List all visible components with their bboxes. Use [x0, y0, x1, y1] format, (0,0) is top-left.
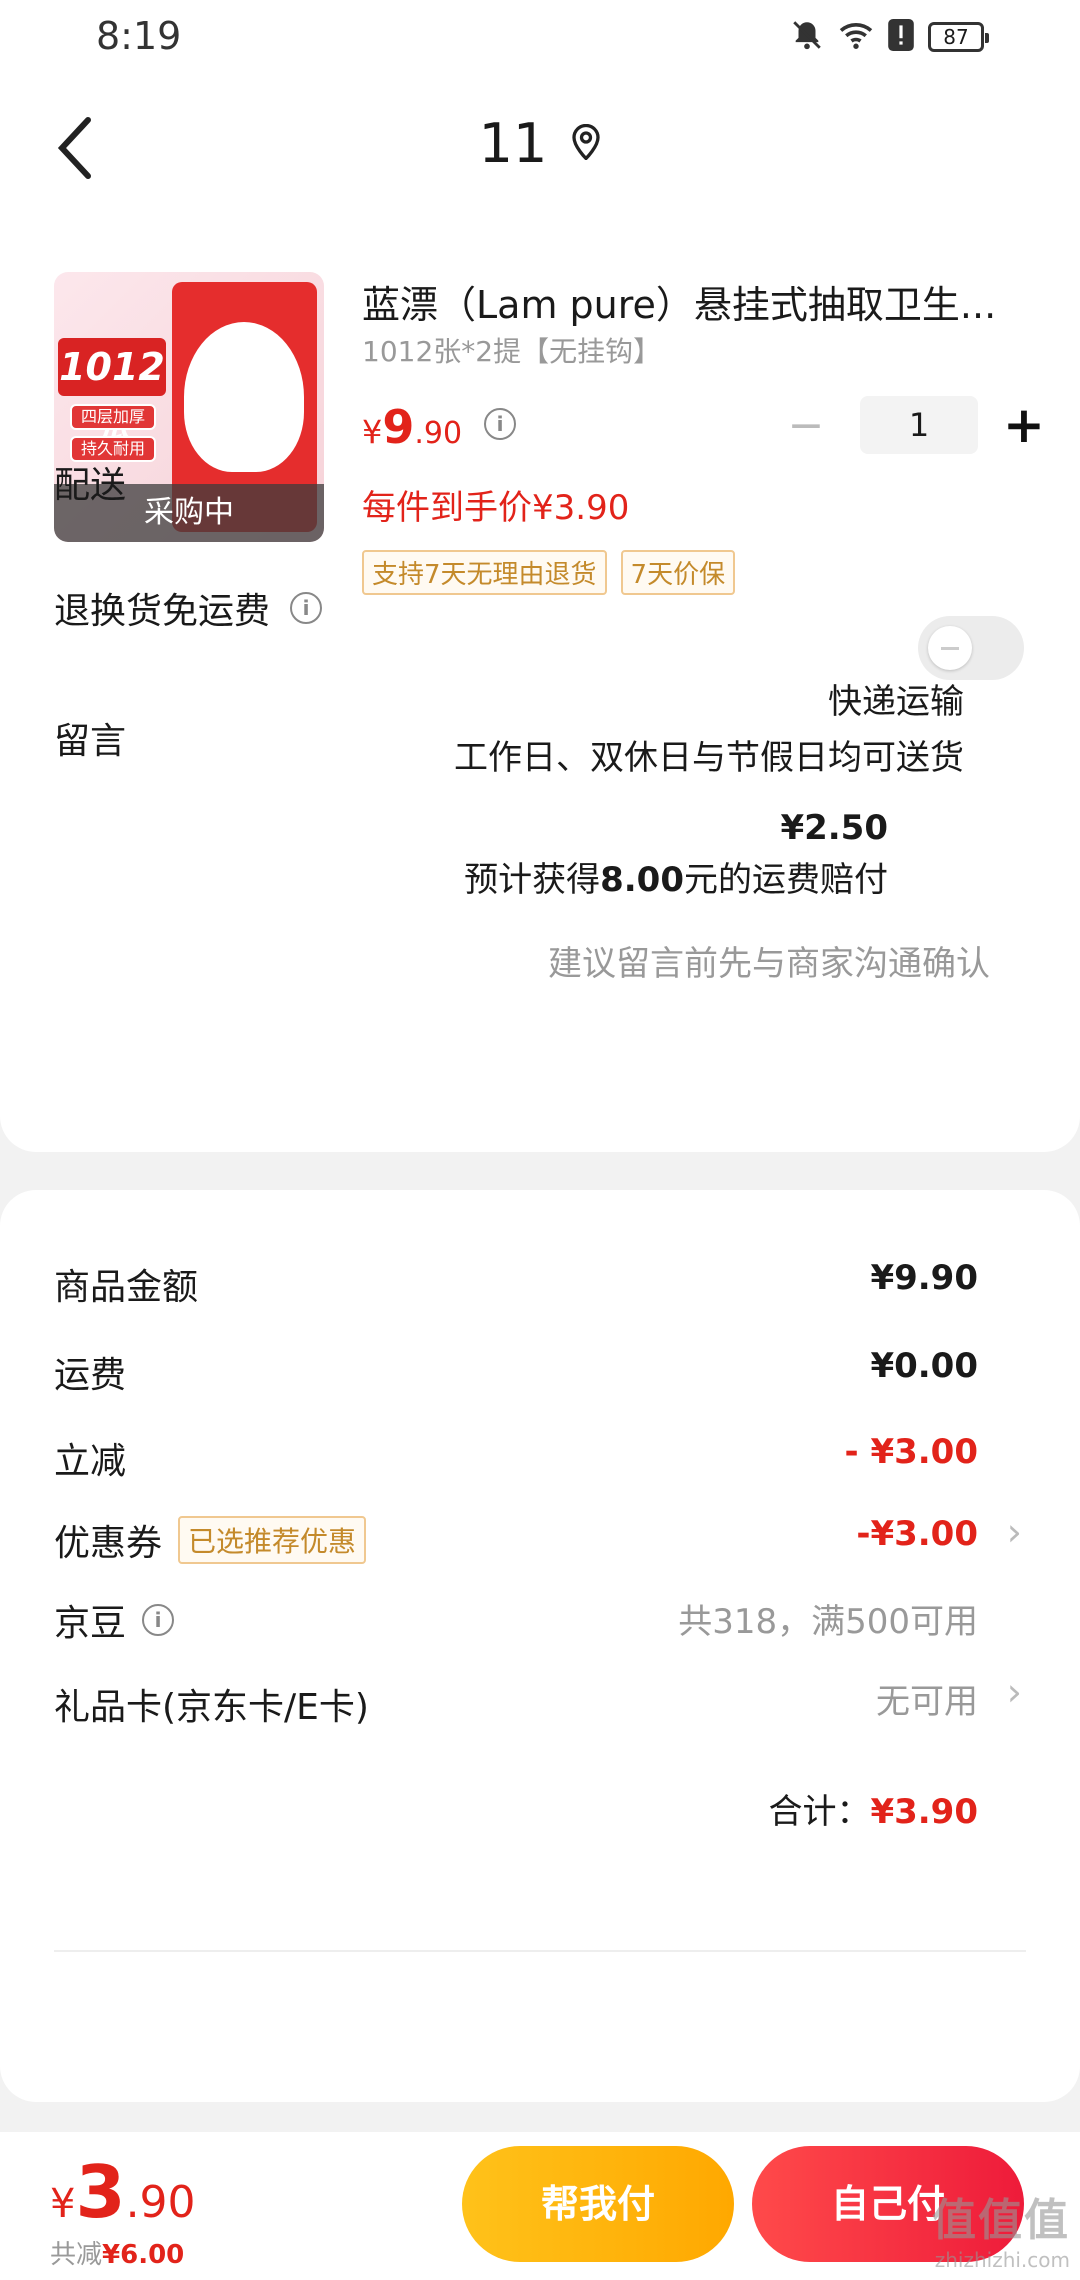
bell-muted-icon — [790, 18, 824, 56]
page-title: 11 — [478, 112, 548, 175]
shipping-label: 运费 — [54, 1355, 127, 1396]
info-icon[interactable]: i — [290, 592, 323, 624]
image-badge: 1012张 — [58, 338, 166, 447]
price-info-icon[interactable]: i — [484, 408, 516, 440]
giftcard-value[interactable]: 无可用 — [876, 1674, 978, 1723]
chevron-right-icon[interactable]: › — [1007, 1510, 1022, 1554]
message-input[interactable]: 建议留言前先与商家沟通确认 — [548, 936, 990, 985]
order-detail-card: 1012张 四层加厚 持久耐用 采购中 蓝漂（Lam pure）悬挂式抽取卫生.… — [0, 222, 1080, 1152]
total-saved: 共减¥6.00 — [50, 2240, 185, 2270]
jingdou-value: 共318，满500可用 — [678, 1602, 978, 1642]
increase-button[interactable]: + — [1002, 396, 1046, 454]
image-chip: 四层加厚 — [70, 404, 156, 430]
goods-amount-label: 商品金额 — [54, 1267, 199, 1308]
unit-price: ¥ 9 .90 — [362, 400, 462, 454]
coupon-row[interactable]: 优惠券 已选推荐优惠 — [54, 1514, 367, 1566]
status-bar: 8:19 87 — [0, 0, 1080, 72]
total-label: 合计： — [768, 1792, 871, 1832]
location-pin-icon — [571, 123, 601, 164]
return-insurance-label: 退换货免运费 i — [54, 582, 323, 634]
watermark: 值值值 zhizhizhi.com — [932, 2184, 1070, 2272]
return-insurance-text: 退换货免运费 — [54, 591, 271, 632]
info-icon[interactable]: i — [142, 1604, 175, 1636]
status-icons: 87 — [790, 18, 989, 56]
pay-currency: ¥ — [50, 2181, 76, 2227]
product-name[interactable]: 蓝漂（Lam pure）悬挂式抽取卫生... — [362, 274, 1002, 329]
bottom-pay-bar: ¥ 3 .90 共减¥6.00 帮我付 自己付 值值值 zhizhizhi.co… — [0, 2132, 1080, 2280]
goods-amount-value: ¥9.90 — [870, 1258, 978, 1298]
shipping-value: ¥0.00 — [870, 1346, 978, 1386]
delivery-method[interactable]: 快递运输 — [828, 674, 964, 723]
jingdou-label: 京豆 — [54, 1603, 127, 1644]
price-currency: ¥ — [362, 413, 383, 451]
price-summary-card: 商品金额 ¥9.90 运费 ¥0.00 立减 - ¥3.00 优惠券 已选推荐优… — [0, 1190, 1080, 2102]
total-value: ¥3.90 — [870, 1792, 978, 1832]
wifi-icon — [838, 20, 874, 54]
return-insurance-note: 预计获得8.00元的运费赔付 — [464, 860, 888, 900]
page-header: 11 — [0, 72, 1080, 222]
price-protection-tag: 7天价保 — [620, 550, 736, 595]
pay-integer: 3 — [75, 2150, 126, 2234]
coupon-label: 优惠券 — [54, 1523, 163, 1564]
delivery-label: 配送 — [54, 465, 127, 506]
product-spec: 1012张*2提【无挂钩】 — [362, 335, 662, 368]
coupon-value[interactable]: -¥3.00 — [856, 1514, 978, 1554]
instant-discount-value: - ¥3.00 — [844, 1432, 979, 1472]
help-me-pay-button[interactable]: 帮我付 — [462, 2146, 734, 2262]
watermark-logo: 值值值 — [932, 2195, 1070, 2246]
address-title[interactable]: 11 — [0, 112, 1080, 175]
chevron-right-icon[interactable]: › — [1007, 1670, 1022, 1714]
price-integer: 9 — [382, 400, 415, 454]
giftcard-label: 礼品卡(京东卡/E卡) — [54, 1687, 369, 1728]
delivery-schedule: 工作日、双休日与节假日均可送货 — [454, 738, 964, 778]
total-row: 合计：¥3.90 — [768, 1784, 978, 1833]
final-price-per-item: 每件到手价¥3.90 — [362, 488, 630, 528]
instant-discount-label: 立减 — [54, 1441, 127, 1482]
quantity-stepper: − 1 + — [786, 396, 1046, 454]
return-policy-tag: 支持7天无理由退货 — [362, 550, 607, 595]
service-tags: 支持7天无理由退货 7天价保 — [362, 550, 736, 595]
return-insurance-price: ¥2.50 — [780, 808, 888, 848]
quantity-input[interactable]: 1 — [860, 396, 978, 454]
message-label: 留言 — [54, 721, 127, 762]
decrease-button[interactable]: − — [786, 400, 826, 451]
return-insurance-toggle[interactable] — [918, 616, 1024, 680]
pay-amount: ¥ 3 .90 — [50, 2150, 196, 2234]
battery-icon: 87 — [928, 22, 989, 52]
price-decimal: .90 — [414, 416, 463, 451]
watermark-url: zhizhizhi.com — [934, 2248, 1070, 2272]
divider — [54, 1950, 1026, 1952]
pay-decimal: .90 — [125, 2177, 196, 2228]
toggle-knob — [928, 626, 972, 670]
jingdou-row: 京豆 i — [54, 1594, 175, 1646]
alert-icon — [888, 19, 914, 55]
status-time: 8:19 — [96, 14, 182, 58]
recommended-coupon-tag: 已选推荐优惠 — [178, 1516, 367, 1564]
